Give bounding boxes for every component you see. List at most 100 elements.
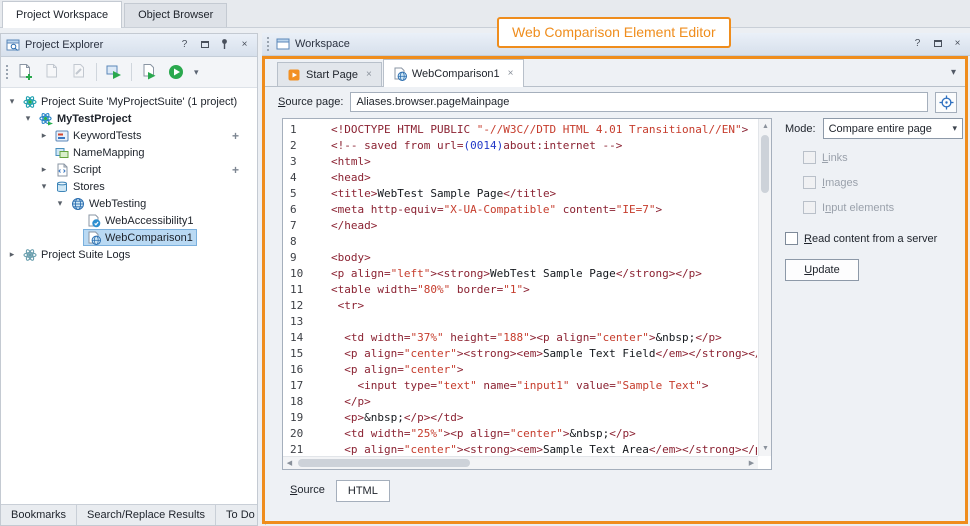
web-comparison-editor: Start Page × WebComparison1 × ▾ Source p… [262, 56, 968, 524]
tab-bookmarks[interactable]: Bookmarks [1, 505, 77, 525]
close-tab-icon[interactable]: × [366, 69, 372, 80]
help-icon[interactable]: ? [177, 38, 192, 53]
code-line: <p align="center"><strong><em>Sample Tex… [331, 346, 757, 362]
tree-node[interactable]: Project Suite 'MyProjectSuite' (1 projec… [19, 93, 241, 110]
run-item-button[interactable] [137, 60, 161, 84]
tree-node[interactable]: Project Suite Logs [19, 246, 134, 263]
code-line: <!DOCTYPE HTML PUBLIC "-//W3C//DTD HTML … [331, 122, 757, 138]
tree-item-webcomparison1[interactable]: WebComparison1 [1, 229, 257, 246]
tree-node[interactable]: WebAccessibility1 [83, 212, 197, 229]
tab-to-do[interactable]: To Do [216, 505, 266, 525]
tab-search-replace-results[interactable]: Search/Replace Results [77, 505, 216, 525]
line-number: 6 [290, 202, 317, 218]
tree-item-label: Stores [73, 181, 105, 193]
code-area[interactable]: <!DOCTYPE HTML PUBLIC "-//W3C//DTD HTML … [331, 122, 757, 455]
expand-arrow-icon[interactable]: ▸ [37, 130, 51, 141]
line-number: 3 [290, 154, 317, 170]
maximize-icon[interactable] [197, 38, 212, 53]
line-number: 12 [290, 298, 317, 314]
close-icon[interactable]: × [950, 37, 965, 52]
close-icon[interactable]: × [237, 38, 252, 53]
tree-item-label: WebComparison1 [105, 232, 193, 244]
code-line: <table width="80%" border="1"> [331, 282, 757, 298]
tree-node[interactable]: Stores [51, 178, 109, 195]
line-number: 1 [290, 122, 317, 138]
maximize-icon[interactable] [930, 37, 945, 52]
scroll-down-icon[interactable]: ▼ [759, 442, 772, 455]
expand-arrow-icon[interactable]: ▸ [37, 164, 51, 175]
tree-node[interactable]: WebTesting [67, 195, 150, 212]
workspace-grip[interactable] [267, 37, 271, 51]
name-mapping-icon [55, 146, 69, 160]
code-line: <head> [331, 170, 757, 186]
tree-item-label: KeywordTests [73, 130, 141, 142]
source-page-input[interactable]: Aliases.browser.pageMainpage [350, 92, 928, 112]
horizontal-scroll-thumb[interactable] [298, 459, 470, 467]
help-icon[interactable]: ? [910, 37, 925, 52]
workspace-panel: Workspace ? × Start Page × WebComparison… [262, 33, 970, 526]
toolbar-grip[interactable] [6, 65, 10, 79]
run-test-button[interactable] [102, 60, 126, 84]
tree-node[interactable]: WebComparison1 [83, 229, 197, 246]
tree-item-stores[interactable]: ▾ Stores [1, 178, 257, 195]
tab-object-browser[interactable]: Object Browser [124, 3, 227, 27]
images-checkbox[interactable] [803, 176, 816, 189]
links-checkbox[interactable] [803, 151, 816, 164]
tree-item-namemapping[interactable]: NameMapping [1, 144, 257, 161]
expand-arrow-icon[interactable]: ▸ [5, 249, 19, 260]
code-line: <tr> [331, 298, 757, 314]
line-number: 8 [290, 234, 317, 250]
mode-dropdown[interactable]: Compare entire page ▾ [823, 118, 963, 139]
tab-project-workspace[interactable]: Project Workspace [2, 1, 122, 28]
edit-item-button[interactable] [67, 60, 91, 84]
web-testing-icon [71, 197, 85, 211]
tree-node[interactable]: Script [51, 161, 105, 178]
collapse-arrow-icon[interactable]: ▾ [53, 198, 67, 209]
tree-node[interactable]: KeywordTests [51, 127, 145, 144]
close-tab-icon[interactable]: × [508, 68, 514, 79]
update-button[interactable]: Update [785, 259, 859, 281]
scroll-left-icon[interactable]: ◀ [283, 457, 296, 470]
project-explorer-toolbar: ▾ [1, 57, 257, 88]
scroll-right-icon[interactable]: ▶ [745, 457, 758, 470]
collapse-arrow-icon[interactable]: ▾ [21, 113, 35, 124]
images-label: Images [822, 177, 858, 189]
tree-item-project-suite-logs[interactable]: ▸Project Suite Logs [1, 246, 257, 263]
tree-node[interactable]: NameMapping [51, 144, 149, 161]
mode-value: Compare entire page [829, 123, 932, 135]
tab-start-page[interactable]: Start Page × [277, 62, 382, 86]
vertical-scrollbar[interactable]: ▲ ▼ [758, 119, 771, 456]
run-project-button[interactable] [164, 60, 188, 84]
tree-item-webtesting[interactable]: ▾WebTesting [1, 195, 257, 212]
chevron-down-icon[interactable]: ▾ [191, 67, 202, 78]
add-child-button[interactable]: + [232, 129, 239, 143]
code-line: <td width="25%"><p align="center">&nbsp;… [331, 426, 757, 442]
tree-item-mytestproject[interactable]: ▾MyTestProject [1, 110, 257, 127]
project-suite-icon [23, 95, 37, 109]
tree-item-webaccessibility1[interactable]: WebAccessibility1 [1, 212, 257, 229]
add-new-item-button[interactable] [13, 60, 37, 84]
read-content-checkbox[interactable] [785, 232, 798, 245]
input-elements-checkbox[interactable] [803, 201, 816, 214]
tab-source-view[interactable]: Source [279, 480, 336, 502]
tab-list-chevron-icon[interactable]: ▾ [951, 67, 956, 78]
pin-icon[interactable] [217, 38, 232, 53]
tab-webcomparison1[interactable]: WebComparison1 × [383, 59, 524, 87]
scroll-up-icon[interactable]: ▲ [759, 120, 772, 133]
tree-item-script[interactable]: ▸Script + [1, 161, 257, 178]
collapse-arrow-icon[interactable]: ▾ [37, 181, 51, 192]
tree-item-project-suite-myprojectsuite-1-project[interactable]: ▾Project Suite 'MyProjectSuite' (1 proje… [1, 93, 257, 110]
toolbar-separator [131, 63, 132, 81]
collapse-arrow-icon[interactable]: ▾ [5, 96, 19, 107]
tree-item-keywordtests[interactable]: ▸ KeywordTests + [1, 127, 257, 144]
tab-html-view[interactable]: HTML [336, 480, 390, 502]
add-child-button[interactable]: + [232, 163, 239, 177]
source-code-editor[interactable]: 123456789101112131415161718192021 <!DOCT… [282, 118, 772, 470]
line-number-gutter: 123456789101112131415161718192021 [283, 122, 317, 458]
bottom-panel-tabs: Bookmarks Search/Replace Results To Do [1, 504, 257, 525]
tree-node[interactable]: MyTestProject [35, 110, 135, 127]
vertical-scroll-thumb[interactable] [761, 135, 769, 193]
horizontal-scrollbar[interactable]: ◀ ▶ [283, 456, 758, 469]
add-existing-item-button[interactable] [40, 60, 64, 84]
pick-object-button[interactable] [935, 92, 957, 113]
